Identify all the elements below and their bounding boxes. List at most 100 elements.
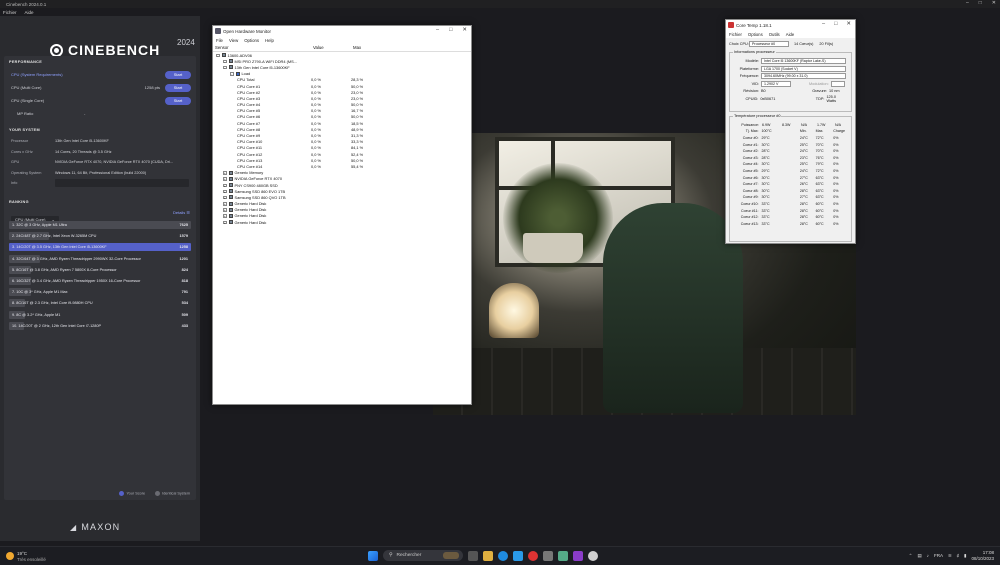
expand-icon[interactable]: +	[223, 177, 227, 181]
column-max[interactable]: Max	[351, 45, 391, 50]
menu-fichier[interactable]: Fichier	[729, 32, 742, 37]
cinebench-taskbar-icon[interactable]	[588, 550, 598, 561]
minimize-icon[interactable]: –	[822, 21, 825, 27]
ranking-row[interactable]: 6. 16C/32T @ 3.4 GHz, AMD Ryzen Threadri…	[9, 276, 191, 286]
collapse-icon[interactable]: -	[223, 59, 227, 64]
taskbar-center: ⚲ Rechercher	[368, 550, 598, 561]
menu-help[interactable]: Help	[265, 38, 274, 43]
app-icon[interactable]	[573, 550, 583, 561]
start-button-single-core[interactable]: Start	[165, 96, 191, 105]
expand-icon[interactable]: +	[223, 183, 227, 188]
battery-icon[interactable]: ▮	[964, 553, 966, 559]
windows-start-icon[interactable]	[368, 550, 378, 561]
ohm-titlebar[interactable]: Open Hardware Monitor – □ ✕	[213, 26, 471, 36]
ranking-row[interactable]: 4. 32C/64T @ 3 GHz, AMD Ryzen Threadripp…	[9, 254, 191, 264]
perf-label: MP Ratio	[17, 111, 34, 116]
ranking-row[interactable]: 10. 14C/20T @ 2 GHz, 12th Gen Intel Core…	[9, 321, 191, 331]
menu-options[interactable]: Options	[244, 38, 259, 43]
ranking-label: 5. 8C/16T @ 3.8 GHz, AMD Ryzen 7 5800X 8…	[12, 267, 117, 272]
maximize-icon[interactable]: □	[449, 27, 452, 33]
sensor-name-cell: + Generic Hard Disk	[213, 213, 311, 218]
cpuid-value: 0xB0671	[760, 96, 776, 101]
expand-icon[interactable]: +	[223, 208, 227, 212]
info-input[interactable]	[55, 179, 189, 188]
close-icon[interactable]: ✕	[992, 0, 996, 6]
ranking-row[interactable]: 2. 24C/48T @ 2.7 GHz, Intel Xeon W-3265M…	[9, 231, 191, 241]
menu-options[interactable]: Options	[748, 32, 763, 37]
hardware-icon	[228, 59, 233, 64]
menu-outils[interactable]: Outils	[769, 32, 780, 37]
core-name: Coeur #9:	[742, 195, 759, 200]
store-icon[interactable]	[513, 550, 523, 561]
taskbar-search[interactable]: ⚲ Rechercher	[383, 550, 463, 561]
ranking-label: 2. 24C/48T @ 2.7 GHz, Intel Xeon W-3265M…	[12, 234, 97, 239]
expand-icon[interactable]: +	[223, 171, 227, 175]
core-name: Coeur #2:	[742, 149, 759, 154]
core-name: Coeur #5:	[742, 168, 759, 173]
column-sensor[interactable]: Sensor	[213, 45, 311, 50]
ranking-row[interactable]: 7. 10C @ 3* GHz, Apple M1 Max 791	[9, 287, 191, 297]
expand-icon[interactable]: +	[223, 214, 227, 218]
system-tray: ⌃ ▤ ♪ FRA ≋ ♯ ▮ 17:08 08/10/2023	[909, 550, 994, 561]
volume-icon[interactable]: ♪	[927, 553, 929, 558]
start-button-multi-core[interactable]: Start	[165, 83, 191, 92]
core-temp-row: Coeur #2: 28°C 24°C 70°C 0%	[732, 148, 849, 155]
ranking-row[interactable]: 1. 32C @ 3 GHz, Apple M1 Ultra 7625	[9, 220, 191, 230]
sensor-name-cell: + Generic Hard Disk	[213, 207, 311, 212]
menu-aide[interactable]: Aide	[786, 32, 795, 37]
close-icon[interactable]: ✕	[846, 21, 851, 27]
core-temp: 30°C	[761, 188, 770, 193]
edge-icon[interactable]	[498, 550, 508, 561]
minimize-icon[interactable]: –	[966, 0, 969, 6]
search-icon: ⚲	[389, 553, 393, 558]
start-button-system-req[interactable]: Start	[165, 70, 191, 79]
sensor-label: Load	[241, 71, 251, 77]
expand-icon[interactable]: +	[223, 220, 227, 225]
ohm-window: Open Hardware Monitor – □ ✕ File View Op…	[212, 25, 472, 405]
opera-icon[interactable]	[528, 550, 538, 561]
sensor-row[interactable]: + Generic Hard Disk	[213, 219, 471, 225]
menu-fichier[interactable]: Fichier	[3, 10, 17, 15]
core-temp-row: Coeur #1: 30°C 25°C 70°C 0%	[732, 141, 849, 148]
sensor-value: 0,0 %	[311, 114, 321, 120]
ranking-legend: Your Score Identical System	[119, 491, 190, 496]
collapse-icon[interactable]: -	[230, 72, 234, 76]
core-max: 60°C	[815, 201, 824, 206]
collapse-icon[interactable]: -	[223, 65, 227, 70]
maximize-icon[interactable]: □	[979, 0, 982, 6]
app-icon[interactable]	[543, 550, 553, 561]
wifi-icon[interactable]: ≋	[948, 553, 952, 559]
minimize-icon[interactable]: –	[436, 27, 439, 33]
expand-icon[interactable]: +	[223, 202, 227, 206]
performance-panel: PERFORMANCE CPU (System Requirements) St…	[4, 56, 196, 132]
menu-view[interactable]: View	[229, 38, 238, 43]
task-view-icon[interactable]	[468, 550, 478, 561]
ranking-row[interactable]: 5. 8C/16T @ 3.8 GHz, AMD Ryzen 7 5800X 8…	[9, 265, 191, 275]
chevron-up-icon[interactable]: ⌃	[909, 553, 913, 559]
menu-file[interactable]: File	[216, 38, 223, 43]
weather-widget[interactable]: 19°C Très ensoleillé	[6, 551, 46, 562]
menu-aide[interactable]: Aide	[25, 10, 34, 15]
system-row: Processor 13th Gen Intel Core i5-13600KF	[4, 136, 196, 147]
ranking-row-yours[interactable]: 3. 14C/20T @ 3.5 GHz, 13th Gen Intel Cor…	[9, 242, 191, 252]
ranking-row[interactable]: 8. 8C/16T @ 2.3 GHz, Intel Core i9-9880H…	[9, 298, 191, 308]
core-temp: 33°C	[761, 208, 770, 213]
sensor-name-cell: CPU Core #12	[213, 152, 311, 157]
app-icon[interactable]	[558, 550, 568, 561]
ranking-row[interactable]: 9. 8C @ 3.2* GHz, Apple M1 509	[9, 310, 191, 320]
expand-icon[interactable]: +	[223, 195, 227, 200]
expand-icon[interactable]: +	[223, 189, 227, 194]
collapse-icon[interactable]: -	[216, 53, 220, 58]
maximize-icon[interactable]: □	[834, 21, 837, 27]
coretemp-titlebar[interactable]: Core Temp 1.18.1 – □ ✕	[726, 20, 855, 30]
details-link[interactable]: Details ☰	[173, 210, 190, 215]
file-explorer-icon[interactable]	[483, 550, 493, 561]
speaker-icon[interactable]: ♯	[957, 553, 959, 558]
cpu-select[interactable]: Processeur #0	[749, 40, 789, 47]
network-icon[interactable]: ▤	[917, 553, 921, 559]
clock[interactable]: 17:08 08/10/2023	[971, 550, 994, 561]
column-value[interactable]: Value	[311, 45, 351, 50]
close-icon[interactable]: ✕	[462, 27, 467, 33]
core-temp: 30°C	[761, 182, 770, 187]
language-indicator[interactable]: FRA	[934, 553, 943, 558]
